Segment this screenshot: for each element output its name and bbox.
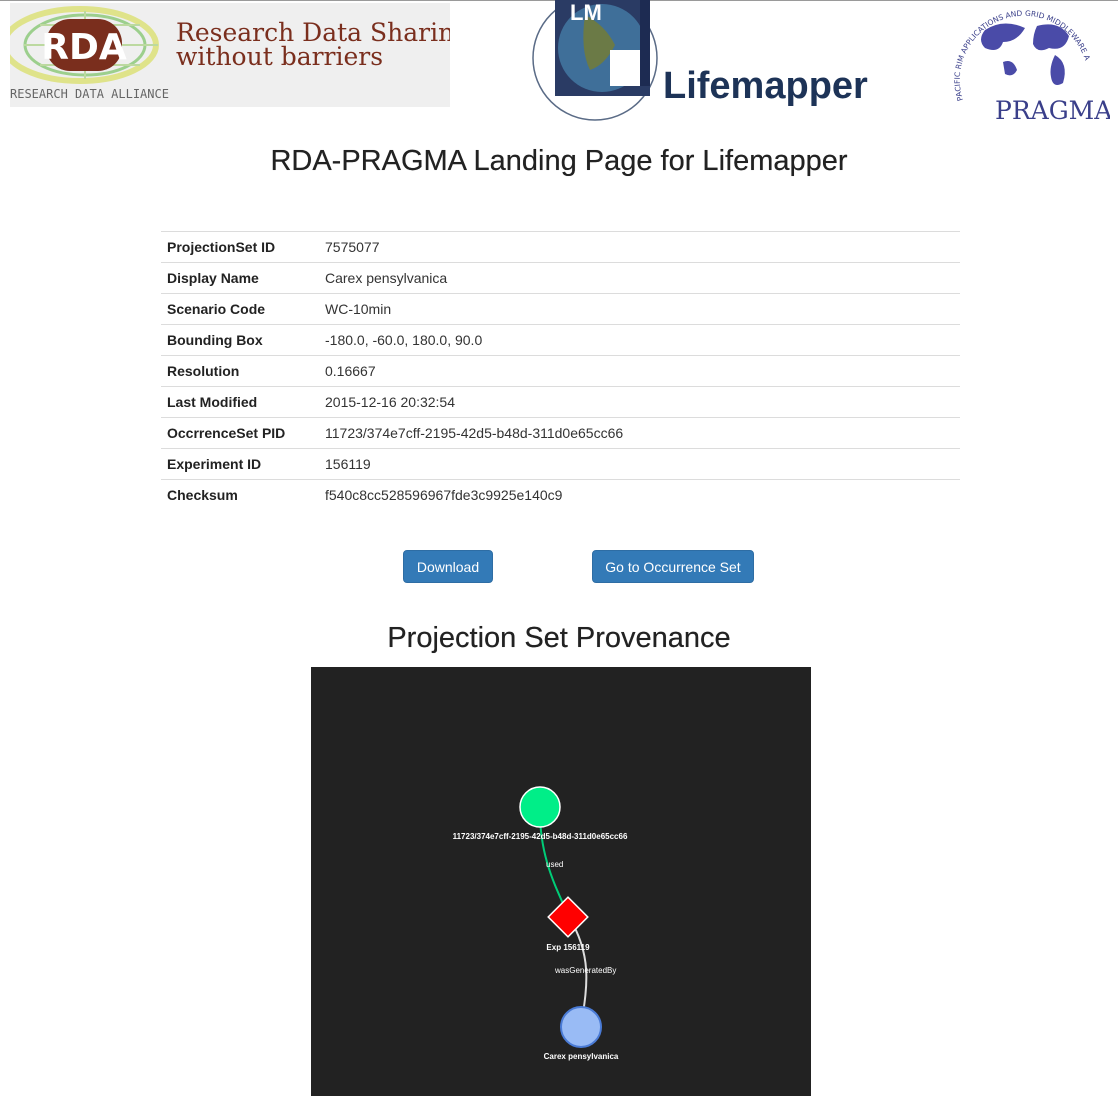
occurrence-node-label: 11723/374e7cff-2195-42d5-b48d-311d0e65cc… — [453, 832, 628, 841]
metadata-row: Display Name Carex pensylvanica — [161, 262, 960, 294]
metadata-row: Last Modified 2015-12-16 20:32:54 — [161, 386, 960, 418]
metadata-key: Bounding Box — [161, 324, 319, 356]
metadata-row: Bounding Box -180.0, -60.0, 180.0, 90.0 — [161, 324, 960, 356]
metadata-key: OccrrenceSet PID — [161, 417, 319, 449]
metadata-value: 156119 — [319, 448, 960, 480]
metadata-key: Last Modified — [161, 386, 319, 418]
metadata-value: f540c8cc528596967fde3c9925e140c9 — [319, 479, 960, 510]
experiment-node — [547, 896, 589, 938]
go-to-occurrence-set-button[interactable]: Go to Occurrence Set — [592, 550, 754, 583]
pragma-arc-text: PACIFIC RIM APPLICATIONS AND GRID MIDDLE… — [942, 0, 1093, 102]
lifemapper-logo: LM Lifemapper — [530, 0, 870, 125]
world-icon — [981, 23, 1069, 85]
pragma-logo: PACIFIC RIM APPLICATIONS AND GRID MIDDLE… — [942, 0, 1114, 125]
metadata-key: Experiment ID — [161, 448, 319, 480]
edge-label-used: used — [546, 860, 563, 869]
download-button[interactable]: Download — [403, 550, 493, 583]
lm-abbrev: LM — [570, 0, 602, 25]
rda-org-name: RESEARCH DATA ALLIANCE — [10, 87, 169, 101]
metadata-value: Carex pensylvanica — [319, 262, 960, 294]
metadata-row: OccrrenceSet PID 11723/374e7cff-2195-42d5… — [161, 417, 960, 449]
metadata-row: ProjectionSet ID 7575077 — [161, 231, 960, 263]
page-title: RDA-PRAGMA Landing Page for Lifemapper — [270, 145, 848, 177]
metadata-row: Checksum f540c8cc528596967fde3c9925e140c9 — [161, 479, 960, 510]
rda-abbrev: RDA — [41, 27, 127, 68]
metadata-value: 7575077 — [319, 231, 960, 263]
svg-text:PACIFIC RIM APPLICATIONS AND G: PACIFIC RIM APPLICATIONS AND GRID MIDDLE… — [945, 0, 1092, 102]
metadata-row: Resolution 0.16667 — [161, 355, 960, 387]
metadata-key: ProjectionSet ID — [161, 231, 319, 263]
edge-label-was-generated-by: wasGeneratedBy — [554, 966, 616, 975]
metadata-row: Scenario Code WC-10min — [161, 293, 960, 325]
metadata-key: Resolution — [161, 355, 319, 387]
provenance-title: Projection Set Provenance — [387, 622, 731, 654]
provenance-graph[interactable]: used wasGeneratedBy 11723/374e7cff-2195-… — [311, 667, 811, 1096]
pragma-name: PRAGMA — [995, 96, 1110, 125]
rda-logo: RDA Research Data Sharing without barrie… — [10, 3, 450, 107]
lifemapper-name: Lifemapper — [663, 65, 868, 107]
metadata-key: Display Name — [161, 262, 319, 294]
metadata-value: 0.16667 — [319, 355, 960, 387]
metadata-table: ProjectionSet ID 7575077 Display Name Carex… — [161, 231, 960, 510]
metadata-value: 11723/374e7cff-2195-42d5-b48d-311d0e65cc… — [319, 417, 960, 449]
metadata-value: -180.0, -60.0, 180.0, 90.0 — [319, 324, 960, 356]
experiment-node-label: Exp 156119 — [546, 943, 590, 952]
metadata-key: Checksum — [161, 479, 319, 510]
occurrence-node — [519, 786, 561, 828]
metadata-row: Experiment ID 156119 — [161, 448, 960, 480]
projection-node — [560, 1006, 602, 1048]
metadata-value: WC-10min — [319, 293, 960, 325]
metadata-key: Scenario Code — [161, 293, 319, 325]
projection-node-label: Carex pensylvanica — [544, 1052, 619, 1061]
metadata-value: 2015-12-16 20:32:54 — [319, 386, 960, 418]
rda-tagline-2: without barriers — [176, 42, 383, 71]
